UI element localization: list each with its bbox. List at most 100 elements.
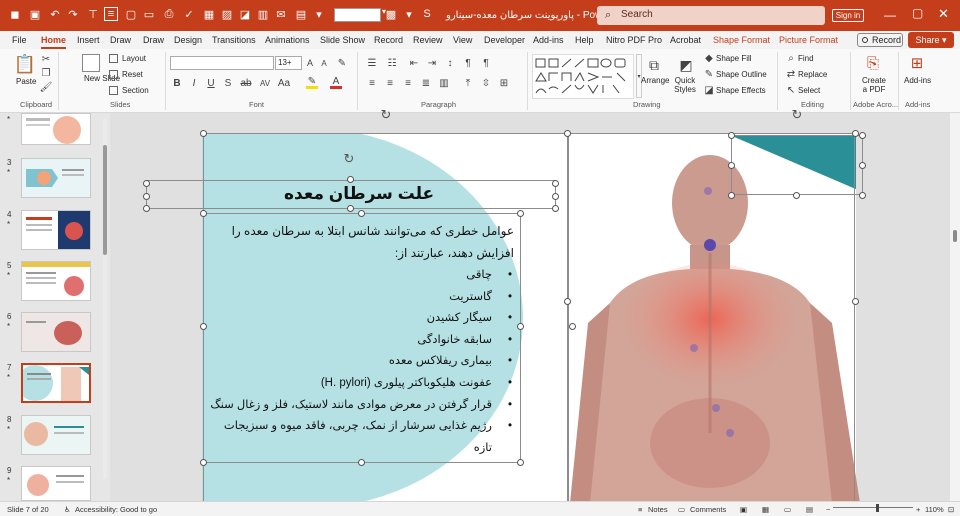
clear-format-icon[interactable]: ✎	[336, 57, 348, 69]
vertical-scrollbar[interactable]	[950, 113, 960, 501]
shape-fill-button[interactable]: Shape Fill	[716, 54, 752, 63]
char-spacing-icon[interactable]: AV	[258, 77, 272, 89]
comments-button[interactable]: Comments	[690, 505, 726, 514]
zoom-slider-knob[interactable]	[876, 504, 879, 512]
chart-icon[interactable]: ▥	[256, 7, 270, 21]
open-file-icon[interactable]: ▭	[142, 7, 156, 21]
format-painter-icon[interactable]: ▾	[402, 7, 416, 21]
resize-handle[interactable]	[200, 130, 207, 137]
slide-thumbnail-selected[interactable]	[17, 363, 91, 403]
smartart-icon[interactable]: ⊞	[498, 77, 510, 89]
tab-home[interactable]: Home	[41, 35, 66, 45]
align-text-icon[interactable]: ⇳	[480, 77, 492, 89]
resize-handle[interactable]	[859, 192, 866, 199]
format-painter-icon[interactable]: 🖌	[40, 81, 53, 93]
resize-handle[interactable]	[200, 459, 207, 466]
customize-qa-icon[interactable]: ▾	[312, 7, 326, 21]
highlight-icon[interactable]: ✎	[306, 76, 318, 89]
record-button[interactable]: Record	[857, 33, 903, 47]
shadow-icon[interactable]: S	[223, 77, 233, 89]
rotate-handle-icon[interactable]: ↻	[379, 107, 393, 122]
resize-handle[interactable]	[728, 192, 735, 199]
arrange-button[interactable]: Arrange	[641, 76, 669, 85]
shapes-icon[interactable]: ◪	[238, 7, 252, 21]
risk-factor-list[interactable]: • چاقی • گاستریت • سیگار کشیدن • سابقه خانوا…	[208, 265, 514, 459]
align-center-icon[interactable]: ≡	[384, 77, 396, 89]
rtl-icon[interactable]: ¶	[462, 57, 474, 69]
line-spacing-icon[interactable]: ↕	[444, 57, 456, 69]
resize-handle[interactable]	[552, 180, 559, 187]
new-slide-icon[interactable]	[82, 54, 100, 72]
font-name-dropdown[interactable]	[170, 56, 274, 70]
add-ins-button[interactable]: Add-ins	[904, 76, 931, 85]
resize-handle[interactable]	[852, 130, 859, 137]
share-button[interactable]: Share ▾	[908, 32, 954, 48]
tab-transitions[interactable]: Transitions	[212, 35, 256, 45]
undo-icon[interactable]: ↶	[48, 7, 62, 21]
tab-picture-format[interactable]: Picture Format	[779, 35, 838, 45]
email-icon[interactable]: ✉	[274, 7, 288, 21]
pdf-icon[interactable]: ⎘	[864, 53, 882, 73]
underline-icon[interactable]: U	[206, 77, 216, 89]
slide-counter[interactable]: Slide 7 of 20	[7, 505, 49, 514]
rotate-handle-icon[interactable]: ↻	[342, 151, 356, 166]
slide-thumbnail[interactable]	[21, 415, 91, 455]
new-slide-label[interactable]: New Slide	[84, 74, 120, 83]
tab-design[interactable]: Design	[174, 35, 202, 45]
picture-icon[interactable]: ▨	[220, 7, 234, 21]
reset-button[interactable]: Reset	[122, 70, 143, 79]
tab-nitro-pdf[interactable]: Nitro PDF Pro	[606, 35, 662, 45]
quick-styles-icon[interactable]: ◩	[676, 55, 696, 75]
create-pdf-button[interactable]: Create a PDF	[860, 76, 888, 94]
ltr-icon[interactable]: ¶	[480, 57, 492, 69]
close-icon[interactable]: ✕	[938, 6, 949, 22]
font-color-icon[interactable]: A	[330, 76, 342, 89]
tab-draw-2[interactable]: Draw	[143, 35, 164, 45]
save-icon[interactable]: ▣	[28, 7, 42, 21]
thumbnail-scrollbar-thumb[interactable]	[103, 145, 107, 255]
paste-icon[interactable]: 📋	[14, 53, 36, 75]
slide-thumbnail[interactable]	[21, 312, 91, 352]
paste-label[interactable]: Paste	[16, 77, 36, 86]
resize-handle[interactable]	[564, 298, 571, 305]
quick-styles-button[interactable]: Quick Styles	[671, 76, 699, 94]
tab-shape-format[interactable]: Shape Format	[713, 35, 770, 45]
slide-sorter-icon[interactable]: ▦	[762, 505, 769, 514]
strikethrough-icon[interactable]: ab	[240, 77, 252, 89]
vertical-scrollbar-thumb[interactable]	[953, 230, 957, 242]
resize-handle[interactable]	[728, 162, 735, 169]
rotate-handle-icon[interactable]: ↻	[790, 107, 804, 122]
slideshow-view-icon[interactable]: ▤	[806, 505, 813, 514]
columns-icon[interactable]: ▥	[438, 77, 450, 89]
zoom-slider[interactable]	[833, 507, 913, 508]
font-size-dropdown[interactable]: 13+	[275, 56, 302, 70]
add-ins-icon[interactable]: ⊞	[907, 53, 927, 73]
search-input[interactable]: ⌕ Search	[597, 6, 825, 25]
resize-handle[interactable]	[859, 132, 866, 139]
replace-button[interactable]: Replace	[798, 70, 827, 79]
resize-handle[interactable]	[569, 323, 576, 330]
tab-add-ins[interactable]: Add-ins	[533, 35, 564, 45]
resize-handle[interactable]	[517, 210, 524, 217]
tab-animations[interactable]: Animations	[265, 35, 310, 45]
zoom-level[interactable]: 110%	[925, 505, 944, 514]
shape-outline-button[interactable]: Shape Outline	[716, 70, 767, 79]
cut-icon[interactable]: ✂	[40, 53, 52, 65]
resize-handle[interactable]	[859, 162, 866, 169]
slide-thumbnail[interactable]	[21, 113, 91, 145]
reading-view-icon[interactable]: ▭	[784, 505, 791, 514]
normal-view-icon[interactable]: ≡	[104, 7, 118, 21]
new-file-icon[interactable]: ▢	[124, 7, 138, 21]
select-button[interactable]: Select	[798, 86, 820, 95]
slide-thumbnail[interactable]	[21, 466, 91, 501]
bullets-icon[interactable]: ☰	[366, 57, 378, 69]
tab-draw[interactable]: Draw	[110, 35, 131, 45]
resize-handle[interactable]	[347, 176, 354, 183]
resize-handle[interactable]	[793, 192, 800, 199]
increase-font-icon[interactable]: A	[304, 57, 316, 69]
slideshow-icon[interactable]: ▤	[294, 7, 308, 21]
resize-handle[interactable]	[852, 298, 859, 305]
resize-handle[interactable]	[347, 205, 354, 212]
decrease-indent-icon[interactable]: ⇤	[408, 57, 420, 69]
tab-view[interactable]: View	[453, 35, 472, 45]
